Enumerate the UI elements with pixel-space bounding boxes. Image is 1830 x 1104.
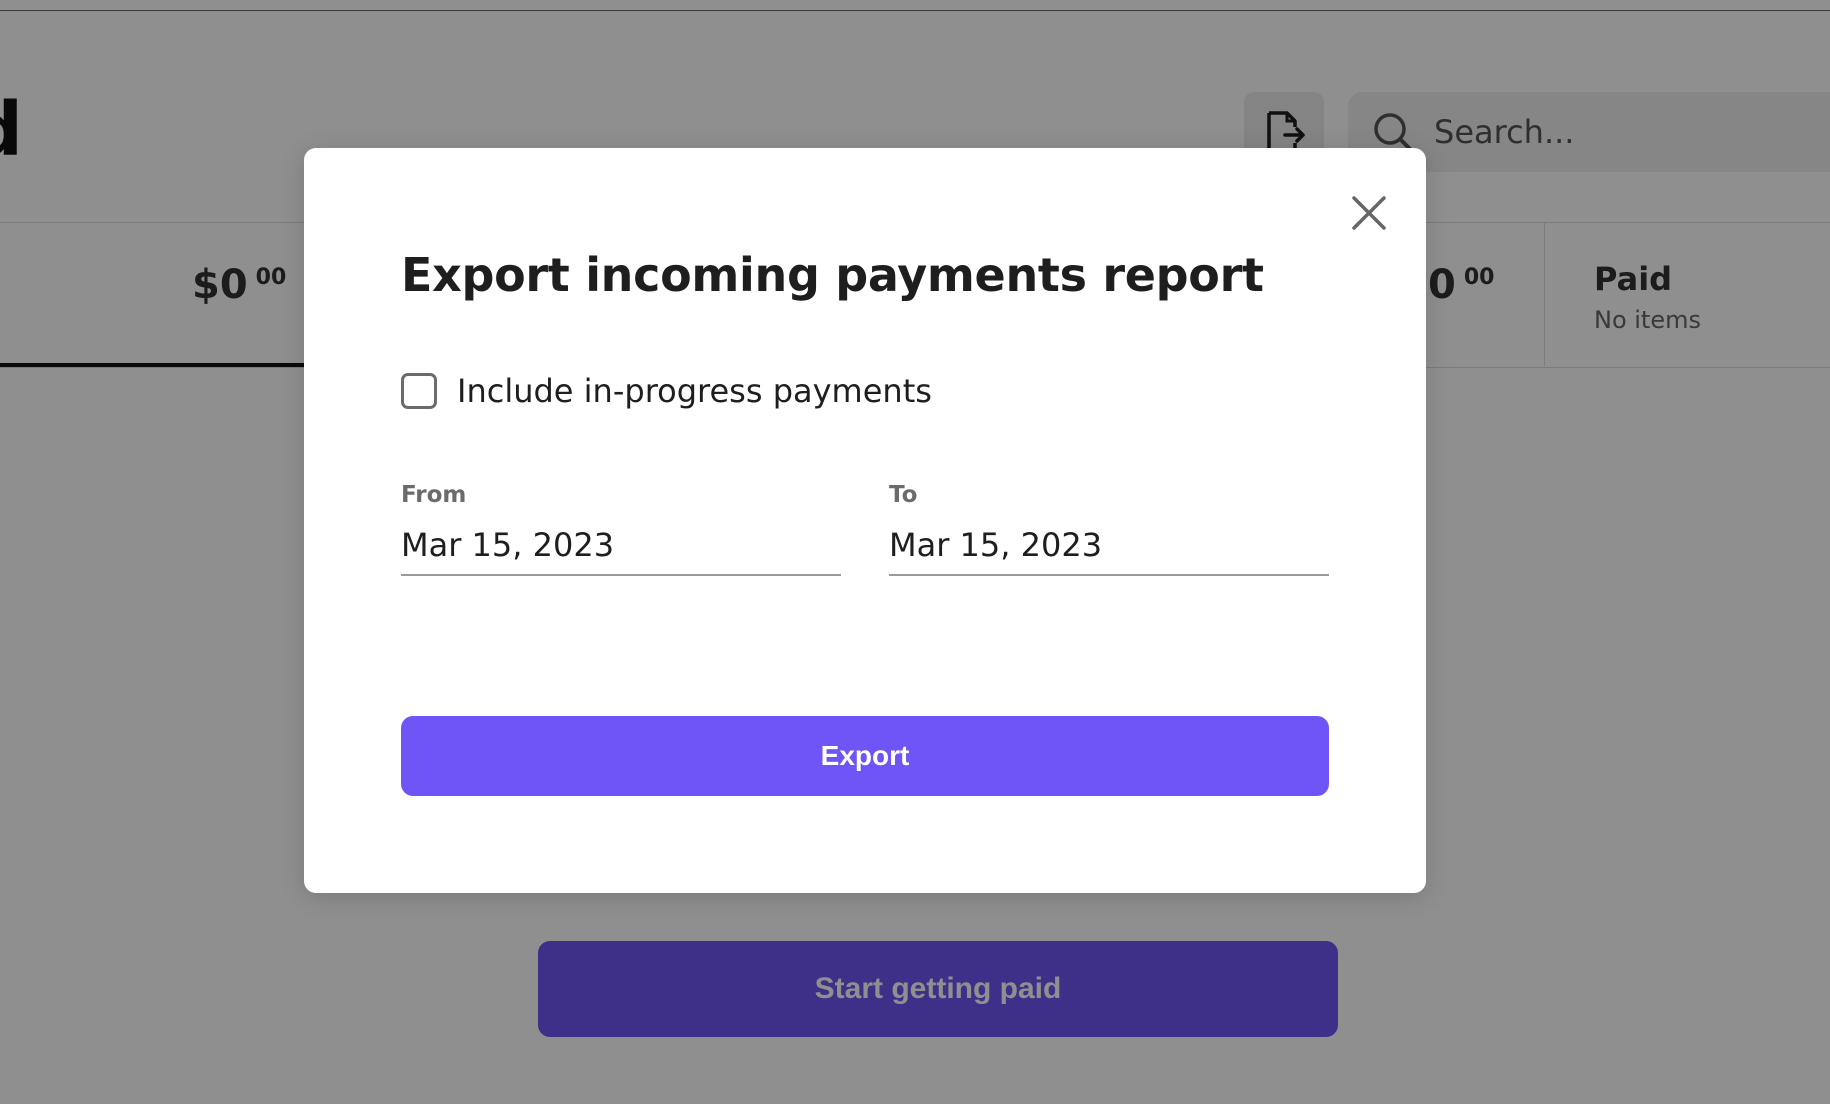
modal-title: Export incoming payments report bbox=[401, 248, 1264, 302]
from-date-field[interactable]: From Mar 15, 2023 bbox=[401, 482, 841, 576]
to-date-field[interactable]: To Mar 15, 2023 bbox=[889, 482, 1329, 576]
from-date-input[interactable]: Mar 15, 2023 bbox=[401, 526, 841, 576]
to-date-input[interactable]: Mar 15, 2023 bbox=[889, 526, 1329, 576]
include-in-progress-checkbox[interactable] bbox=[401, 373, 437, 409]
include-in-progress-option[interactable]: Include in-progress payments bbox=[401, 372, 932, 410]
app-page: d Search... $000 000 Paid No items Start… bbox=[0, 0, 1830, 1104]
from-label: From bbox=[401, 482, 467, 508]
close-button[interactable] bbox=[1344, 188, 1394, 238]
to-label: To bbox=[889, 482, 918, 508]
close-icon bbox=[1352, 196, 1386, 230]
export-button[interactable]: Export bbox=[401, 716, 1329, 796]
include-in-progress-label[interactable]: Include in-progress payments bbox=[457, 372, 932, 410]
export-report-modal: Export incoming payments report Include … bbox=[304, 148, 1426, 893]
